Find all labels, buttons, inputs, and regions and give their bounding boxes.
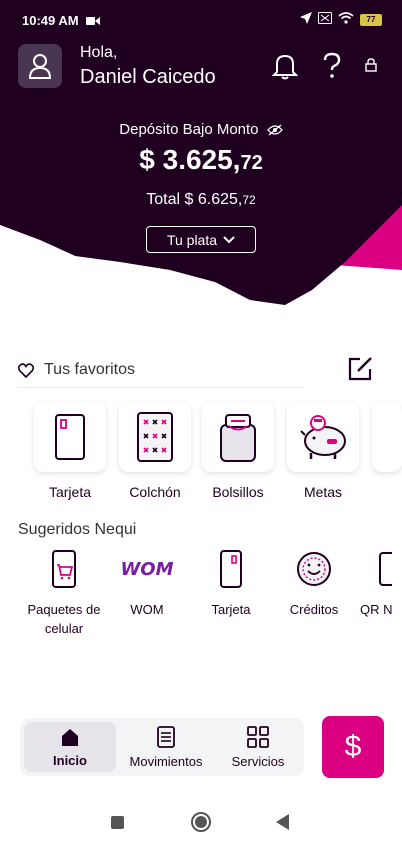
credits-icon [297, 552, 331, 586]
piggy-bank-icon [300, 415, 346, 459]
user-name: Daniel Caicedo [80, 66, 216, 88]
total-cents: 72 [242, 193, 256, 207]
wom-logo: WOM [120, 558, 174, 580]
dollar-icon: $ [344, 730, 362, 763]
dollar-button[interactable]: $ [322, 716, 384, 778]
deposit-label: Depósito Bajo Monto [0, 121, 402, 138]
status-bar: 10:49 AM 77 [0, 0, 402, 40]
bell-icon[interactable] [271, 52, 299, 85]
nav-item-inicio[interactable]: Inicio [24, 722, 116, 772]
greeting: Hola, [80, 44, 118, 61]
suggested-label: Tarjeta [211, 602, 251, 617]
edit-icon[interactable] [346, 355, 374, 388]
favorite-label: Colchón [129, 484, 181, 500]
deposit-amount-cents: 72 [240, 152, 263, 174]
home-circle-icon[interactable] [191, 812, 211, 832]
favorite-card[interactable]: Tarjeta [34, 402, 106, 500]
header: 10:49 AM 77 Hola, Daniel Caicedo Depósit… [0, 0, 402, 340]
battery-icon: 77 [360, 13, 382, 26]
mattress-icon [137, 412, 173, 462]
favorite-partial[interactable] [372, 402, 402, 472]
deposit-amount-main: $ 3.625, [139, 144, 241, 175]
grid-icon [247, 725, 269, 748]
favorites-header: Tus favoritos [18, 360, 304, 380]
favorite-metas[interactable]: Metas [287, 402, 359, 500]
suggested-label: Créditos [289, 602, 339, 617]
favorite-metas-box [287, 402, 359, 472]
favorite-colchon[interactable]: Colchón [119, 402, 191, 500]
suggested-item[interactable]: Tarjeta [189, 548, 273, 619]
chevron-down-icon [223, 235, 235, 243]
heart-icon [18, 362, 34, 378]
list-icon [157, 725, 175, 748]
cellphone-cart-icon [52, 550, 76, 588]
recent-apps-icon[interactable] [111, 816, 124, 829]
pockets-icon [220, 414, 256, 462]
nav-label: Movimientos [129, 753, 203, 769]
status-time: 10:49 AM [22, 13, 79, 28]
nav-label: Servicios [231, 753, 285, 769]
suggested-item[interactable]: QR N [350, 548, 402, 619]
user-icon [28, 54, 52, 79]
card-icon [220, 550, 242, 588]
back-icon[interactable] [276, 814, 289, 830]
favorite-bolsillos-box [202, 402, 274, 472]
nav-item-servicios[interactable]: Servicios [212, 718, 304, 776]
total-balance: Total $ 6.625,72 [0, 191, 402, 209]
favorites-title: Tus favoritos [44, 361, 135, 378]
favorite-label: Metas [303, 484, 343, 500]
suggested-item[interactable]: WOM WOM [105, 548, 189, 619]
bottom-nav: Inicio Movimientos Servicios [20, 718, 304, 776]
help-icon[interactable] [322, 52, 342, 85]
video-icon [86, 14, 100, 29]
sim-off-icon [318, 12, 332, 27]
system-nav-bar [0, 800, 402, 850]
eye-off-icon[interactable] [266, 124, 283, 136]
favorite-colchon-box [119, 402, 191, 472]
avatar[interactable] [18, 44, 62, 88]
lock-icon[interactable] [365, 58, 377, 77]
deposit-label-text: Depósito Bajo Monto [119, 121, 259, 138]
suggested-label: WOM [130, 602, 164, 617]
suggested-label: Paquetes de celular [27, 602, 101, 636]
qr-icon [379, 552, 392, 586]
total-main: Total $ 6.625, [146, 191, 243, 208]
suggested-item[interactable]: Paquetes de celular [22, 548, 106, 638]
home-icon [62, 728, 78, 746]
favorite-partial-box [372, 402, 402, 472]
wifi-icon [338, 12, 354, 27]
nav-label: Inicio [53, 752, 87, 768]
tu-plata-button[interactable]: Tu plata [146, 226, 256, 253]
suggested-title: Sugeridos Nequi [18, 521, 137, 538]
card-icon [55, 414, 85, 460]
suggested-label: QR N [360, 602, 393, 617]
deposit-amount: $ 3.625,72 [0, 144, 402, 176]
divider [18, 387, 304, 388]
suggested-item[interactable]: Créditos [272, 548, 356, 619]
favorite-label: Tarjeta [48, 484, 92, 500]
location-icon [300, 12, 312, 27]
favorite-bolsillos[interactable]: Bolsillos [202, 402, 274, 500]
favorite-label: Bolsillos [212, 484, 264, 500]
tu-plata-label: Tu plata [166, 231, 218, 248]
favorite-card-box [34, 402, 106, 472]
nav-item-movimientos[interactable]: Movimientos [120, 718, 212, 776]
